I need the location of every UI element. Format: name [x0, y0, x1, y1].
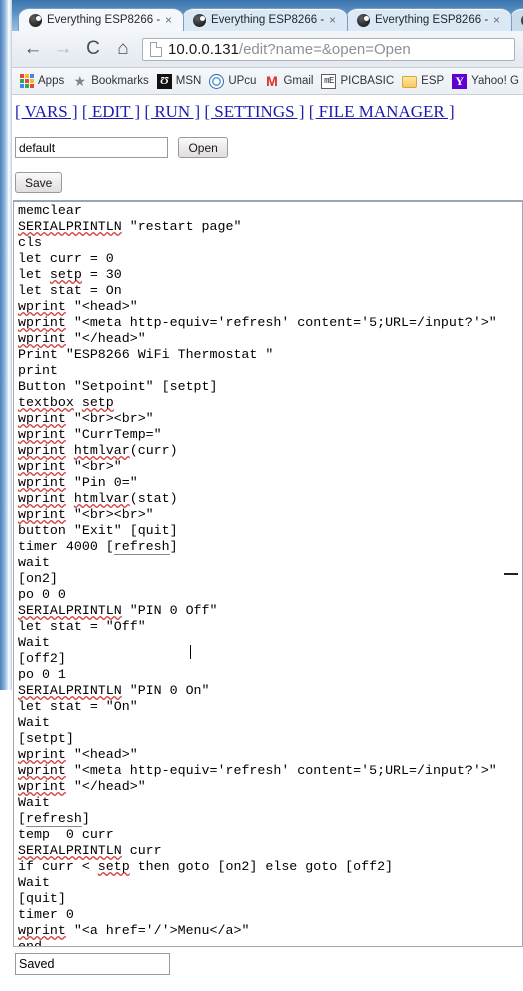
- browser-tab-1[interactable]: Everything ESP8266 - ×: [18, 8, 184, 31]
- star-icon: ★: [73, 72, 86, 89]
- tab-title: Everything ESP8266 -: [47, 14, 161, 26]
- bookmark-esp-folder[interactable]: ESP: [402, 74, 444, 88]
- bookmark-label: Apps: [38, 75, 65, 87]
- bookmark-gmail[interactable]: M Gmail: [264, 72, 314, 89]
- code-editor-textarea[interactable]: memclear SERIALPRINTLN "restart page" cl…: [13, 200, 523, 947]
- bookmark-label: Gmail: [283, 75, 314, 87]
- url-path: /edit?name=&open=Open: [238, 40, 411, 58]
- open-file-row: Open: [15, 137, 228, 158]
- window-frame-left: [0, 0, 12, 690]
- document-icon: [150, 41, 162, 57]
- bookmark-label: PICBASIC: [340, 75, 395, 87]
- nav-link-vars[interactable]: [ VARS ]: [15, 102, 78, 121]
- bookmark-label: Bookmarks: [91, 75, 149, 87]
- save-row: Save: [15, 172, 63, 193]
- bookmark-msn[interactable]: Ʊ MSN: [156, 73, 202, 89]
- esp8266-favicon: [357, 13, 370, 27]
- yahoo-icon: Y: [452, 73, 468, 89]
- breadcrumb: [ VARS ] [ EDIT ] [ RUN ] [ SETTINGS ] […: [15, 102, 455, 122]
- filename-input[interactable]: [15, 137, 168, 158]
- forward-arrow-icon[interactable]: →: [50, 36, 76, 62]
- close-icon[interactable]: ×: [325, 13, 340, 28]
- back-arrow-icon[interactable]: ←: [20, 36, 46, 62]
- reload-icon[interactable]: C: [80, 36, 106, 62]
- home-icon[interactable]: ⌂: [110, 36, 136, 62]
- save-button[interactable]: Save: [15, 172, 63, 193]
- msn-icon: Ʊ: [156, 73, 172, 89]
- bookmark-bookmarks[interactable]: ★ Bookmarks: [72, 72, 149, 89]
- address-bar[interactable]: 10.0.0.131 /edit?name=&open=Open: [142, 37, 515, 61]
- nav-link-settings[interactable]: [ SETTINGS ]: [204, 102, 304, 121]
- browser-toolbar: ← → C ⌂ 10.0.0.131 /edit?name=&open=Open: [12, 31, 523, 68]
- apps-grid-icon: [20, 74, 34, 88]
- bookmark-label: UPcu: [228, 75, 257, 87]
- status-field[interactable]: [15, 953, 170, 975]
- bookmark-label: Yahoo! G: [471, 75, 519, 87]
- picbasic-icon: mΕ: [321, 73, 337, 89]
- browser-tab-2[interactable]: Everything ESP8266 - ×: [182, 8, 348, 31]
- browser-tab-3[interactable]: Everything ESP8266 - ×: [346, 8, 512, 31]
- url-host: 10.0.0.131: [168, 40, 239, 58]
- close-icon[interactable]: ×: [161, 13, 176, 28]
- folder-icon: [402, 76, 418, 88]
- nav-link-file-manager[interactable]: [ FILE MANAGER ]: [309, 102, 455, 121]
- tab-strip: Everything ESP8266 - × Everything ESP826…: [12, 0, 523, 31]
- code-editor-content[interactable]: memclear SERIALPRINTLN "restart page" cl…: [18, 203, 497, 946]
- close-icon[interactable]: ×: [489, 13, 504, 28]
- tab-title: Everything ESP8266 -: [211, 14, 325, 26]
- bookmark-upcu[interactable]: UPcu: [209, 73, 257, 89]
- bookmark-yahoo[interactable]: Y Yahoo! G: [452, 73, 519, 89]
- gmail-icon: M: [266, 72, 278, 89]
- page-content: [ VARS ] [ EDIT ] [ RUN ] [ SETTINGS ] […: [13, 96, 523, 991]
- nav-link-edit[interactable]: [ EDIT ]: [82, 102, 140, 121]
- nav-link-run[interactable]: [ RUN ]: [144, 102, 200, 121]
- bookmark-picbasic[interactable]: mΕ PICBASIC: [321, 73, 395, 89]
- horizontal-scroll-indicator[interactable]: [504, 573, 518, 575]
- browser-window: Everything ESP8266 - × Everything ESP826…: [0, 0, 523, 991]
- bookmark-label: MSN: [175, 75, 202, 87]
- bookmarks-bar: Apps ★ Bookmarks Ʊ MSN UPcu M Gmail mΕ P…: [12, 68, 523, 95]
- upcu-icon: [209, 73, 225, 89]
- tab-title: Everything ESP8266 -: [375, 14, 489, 26]
- esp8266-favicon: [29, 13, 42, 27]
- bookmark-label: ESP: [421, 75, 445, 87]
- status-row: [15, 953, 170, 975]
- bookmark-apps[interactable]: Apps: [20, 74, 64, 88]
- open-button[interactable]: Open: [178, 137, 228, 158]
- text-caret: [190, 645, 191, 659]
- esp8266-favicon: [193, 13, 206, 27]
